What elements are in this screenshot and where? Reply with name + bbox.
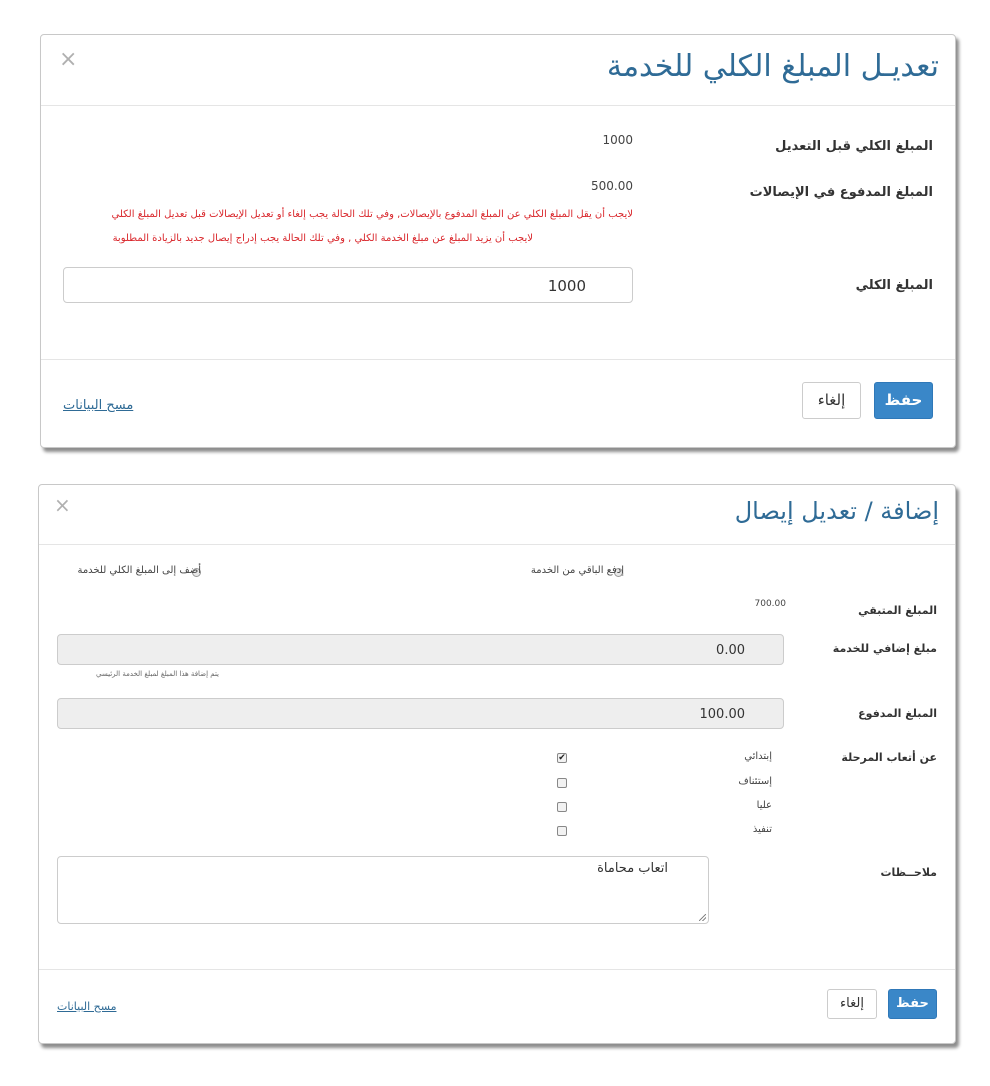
notes-textarea[interactable]: اتعاب محاماة: [57, 856, 709, 924]
total-amount-label: المبلغ الكلي: [855, 278, 933, 293]
checkbox-icon[interactable]: [557, 826, 567, 836]
checkbox-icon[interactable]: [557, 778, 567, 788]
paid-amount-input[interactable]: 100.00: [57, 698, 784, 729]
close-icon[interactable]: ×: [54, 493, 71, 517]
extra-amount-help-text: يتم إضافة هذا المبلغ لمبلغ الخدمة الرئيس…: [96, 670, 219, 678]
dialog-header: × إضافة / تعديل إيصال: [39, 485, 955, 545]
close-icon[interactable]: ×: [59, 47, 77, 72]
before-edit-label: المبلغ الكلي قبل التعديل: [775, 139, 933, 154]
stage-option-label: تنفيذ: [752, 824, 772, 835]
paid-amount-label: المبلغ المدفوع في الإيصالات: [749, 185, 933, 200]
checkbox-checked-icon[interactable]: ✔: [557, 753, 567, 763]
edit-total-amount-dialog: × تعديـل المبلغ الكلي للخدمة المبلغ الكل…: [40, 34, 956, 448]
remaining-amount-value: 700.00: [754, 599, 787, 609]
error-message-less-than-paid: لايجب أن يقل المبلغ الكلي عن المبلغ المد…: [111, 209, 633, 220]
save-button[interactable]: حفظ: [874, 382, 933, 419]
resize-handle-icon[interactable]: [699, 914, 706, 921]
stage-option-label: عليا: [756, 800, 772, 811]
dialog-footer: حفظ إلغاء مسح البيانات: [41, 359, 955, 448]
extra-amount-label: مبلغ إضافي للخدمة: [832, 642, 937, 655]
dialog-title: إضافة / تعديل إيصال: [734, 497, 939, 525]
stage-option-label: إبتدائي: [744, 751, 772, 762]
total-amount-input[interactable]: 1000: [63, 267, 633, 303]
stage-fees-label: عن أتعاب المرحلة: [841, 751, 937, 764]
radio-pay-remaining-label: إدفع الباقي من الخدمة: [530, 565, 624, 576]
cancel-button[interactable]: إلغاء: [827, 989, 877, 1019]
clear-data-link[interactable]: مسح البيانات: [63, 398, 133, 413]
paid-amount-value: 500.00: [591, 179, 633, 193]
notes-label: ملاحــظات: [880, 866, 937, 879]
dialog-title: تعديـل المبلغ الكلي للخدمة: [606, 49, 939, 84]
add-edit-receipt-dialog: × إضافة / تعديل إيصال إدفع الباقي من الخ…: [38, 484, 956, 1044]
cancel-button[interactable]: إلغاء: [802, 382, 861, 419]
dialog-header: × تعديـل المبلغ الكلي للخدمة: [41, 35, 955, 106]
remaining-amount-label: المبلغ المتبقي: [858, 604, 937, 617]
error-message-exceeds-total: لايجب أن يزيد المبلغ عن مبلغ الخدمة الكل…: [112, 233, 533, 244]
stage-option-label: إستئناف: [738, 776, 772, 787]
checkbox-icon[interactable]: [557, 802, 567, 812]
save-button[interactable]: حفظ: [888, 989, 937, 1019]
radio-add-to-total-label: أضف إلى المبلغ الكلي للخدمة: [77, 565, 201, 576]
before-edit-value: 1000: [602, 133, 633, 147]
clear-data-link[interactable]: مسح البيانات: [57, 1000, 116, 1013]
extra-amount-input[interactable]: 0.00: [57, 634, 784, 665]
paid-amount-label: المبلغ المدفوع: [858, 707, 937, 720]
notes-text: اتعاب محاماة: [597, 861, 668, 876]
dialog-footer: حفظ إلغاء مسح البيانات: [39, 969, 955, 1044]
